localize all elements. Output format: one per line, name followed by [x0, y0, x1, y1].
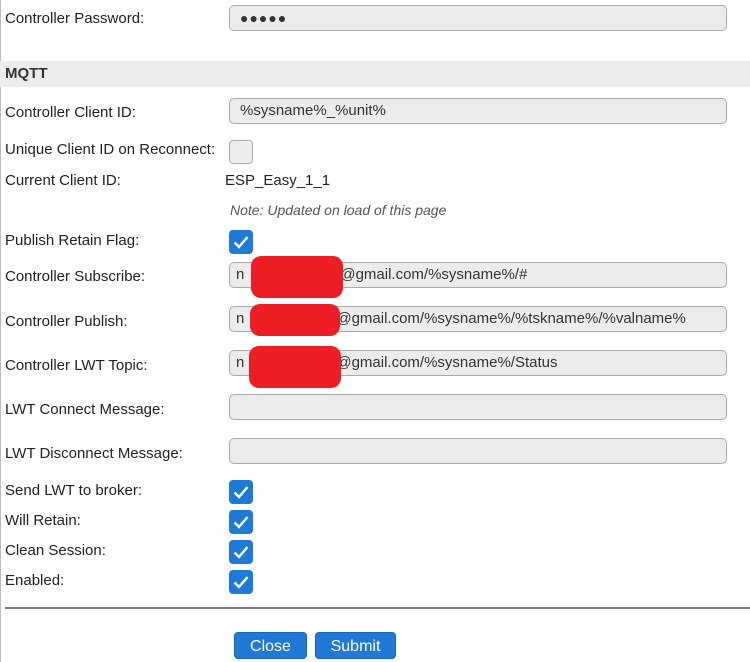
will-retain-checkbox[interactable] — [229, 510, 253, 534]
subscribe-value: @gmail.com/%sysname%/# — [340, 266, 528, 283]
unique-client-id-checkbox[interactable] — [229, 140, 253, 164]
redaction-mark — [250, 304, 340, 336]
clean-session-label: Clean Session: — [5, 542, 106, 559]
current-client-id-value: ESP_Easy_1_1 — [225, 172, 331, 189]
lwt-connect-input[interactable] — [229, 394, 727, 420]
submit-button[interactable]: Submit — [315, 632, 396, 659]
will-retain-label: Will Retain: — [5, 512, 81, 529]
publish-prefix: n — [236, 310, 245, 327]
redaction-mark — [251, 256, 343, 298]
publish-value: @gmail.com/%sysname%/%tskname%/%valname% — [336, 310, 686, 327]
lwt-topic-value: @gmail.com/%sysname%/Status — [336, 354, 558, 371]
checkmark-icon — [233, 546, 249, 559]
lwt-topic-label: Controller LWT Topic: — [5, 357, 148, 374]
enabled-label: Enabled: — [5, 572, 65, 589]
redaction-mark — [249, 346, 341, 388]
current-client-id-note: Note: Updated on load of this page — [230, 202, 447, 218]
retain-flag-checkbox[interactable] — [229, 230, 253, 254]
client-id-label: Controller Client ID: — [5, 104, 136, 121]
lwt-disconnect-label: LWT Disconnect Message: — [5, 445, 183, 462]
send-lwt-label: Send LWT to broker: — [5, 482, 143, 499]
controller-password-label: Controller Password: — [5, 10, 145, 27]
enabled-checkbox[interactable] — [229, 570, 253, 594]
divider — [5, 607, 750, 609]
checkmark-icon — [233, 486, 249, 499]
page-left-border — [0, 0, 1, 662]
checkmark-icon — [233, 516, 249, 529]
close-button[interactable]: Close — [234, 632, 307, 659]
retain-flag-label: Publish Retain Flag: — [5, 232, 140, 249]
lwt-topic-prefix: n — [236, 354, 245, 371]
section-header-mqtt: MQTT — [0, 61, 750, 87]
lwt-connect-label: LWT Connect Message: — [5, 401, 165, 418]
current-client-id-label: Current Client ID: — [5, 172, 121, 189]
subscribe-label: Controller Subscribe: — [5, 268, 146, 285]
send-lwt-checkbox[interactable] — [229, 480, 253, 504]
controller-password-input[interactable]: ●●●●● — [229, 5, 727, 31]
lwt-disconnect-input[interactable] — [229, 438, 727, 464]
subscribe-prefix: n — [236, 266, 245, 283]
clean-session-checkbox[interactable] — [229, 540, 253, 564]
checkmark-icon — [233, 576, 249, 589]
unique-client-id-label: Unique Client ID on Reconnect: — [5, 141, 216, 158]
publish-label: Controller Publish: — [5, 313, 128, 330]
client-id-input[interactable]: %sysname%_%unit% — [229, 98, 727, 124]
checkmark-icon — [233, 236, 249, 249]
